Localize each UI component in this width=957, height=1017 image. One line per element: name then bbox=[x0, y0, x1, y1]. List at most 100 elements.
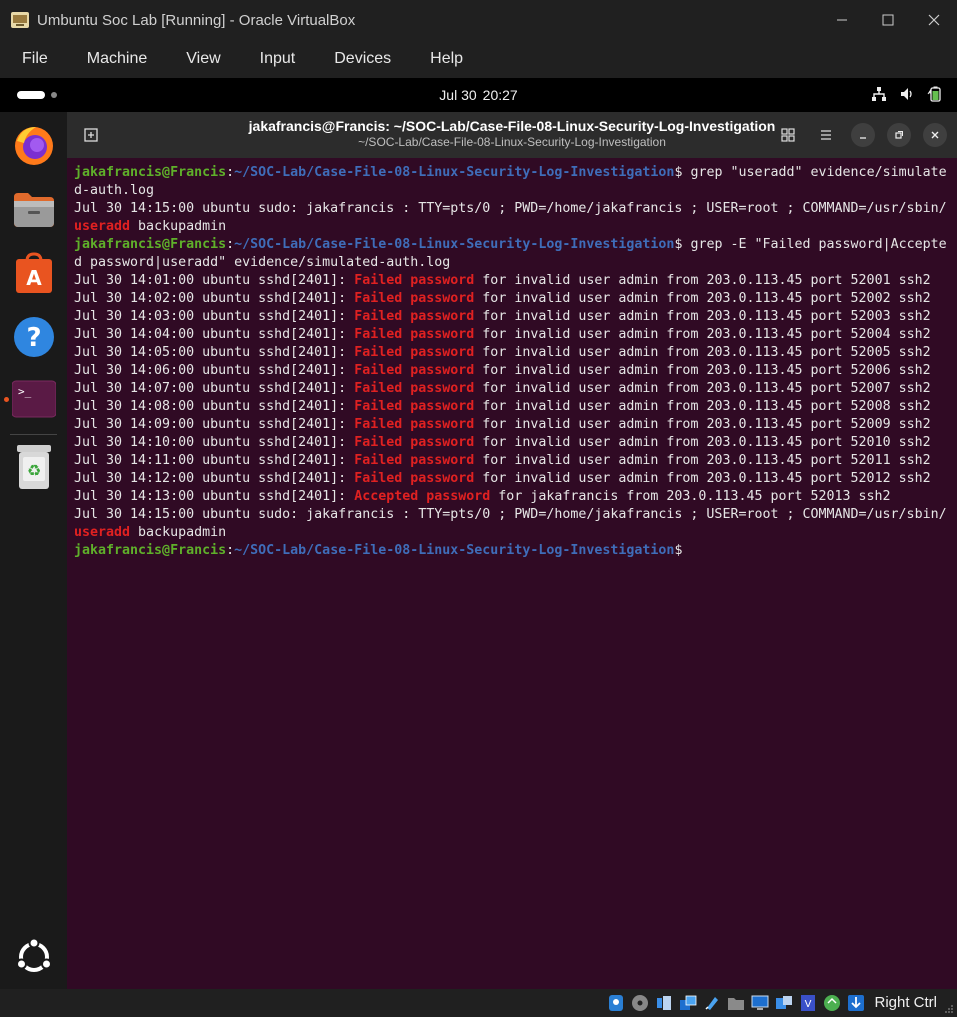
terminal-text: Jul 30 14:08:00 ubuntu sshd[2401]: bbox=[74, 399, 355, 414]
terminal-line: Jul 30 14:01:00 ubuntu sshd[2401]: Faile… bbox=[74, 272, 954, 290]
svg-text:V: V bbox=[805, 999, 812, 1010]
display-icon bbox=[751, 995, 769, 1010]
terminal-text: for invalid user admin from 203.0.113.45… bbox=[474, 309, 931, 324]
menu-help[interactable]: Help bbox=[417, 50, 476, 68]
mouse-integration-status[interactable] bbox=[821, 992, 842, 1013]
dock-item-trash[interactable]: ♻ bbox=[11, 444, 57, 490]
minimize-icon bbox=[837, 19, 847, 21]
restore-icon bbox=[895, 131, 903, 139]
vt-x-icon: V bbox=[800, 994, 815, 1011]
audio-icon bbox=[656, 995, 671, 1010]
terminal-minimize-button[interactable] bbox=[851, 123, 875, 147]
terminal-line: Jul 30 14:07:00 ubuntu sshd[2401]: Faile… bbox=[74, 380, 954, 398]
prompt-path: ~/SOC-Lab/Case-File-08-Linux-Security-Lo… bbox=[234, 543, 675, 558]
display-status[interactable] bbox=[749, 992, 770, 1013]
view-tabs-button[interactable] bbox=[775, 123, 801, 147]
menu-file[interactable]: File bbox=[9, 50, 61, 68]
prompt-user: jakafrancis@Francis bbox=[74, 237, 227, 252]
terminal-text: $ bbox=[674, 543, 683, 558]
terminal-text: for invalid user admin from 203.0.113.45… bbox=[474, 363, 931, 378]
terminal-line: jakafrancis@Francis:~/SOC-Lab/Case-File-… bbox=[74, 542, 954, 560]
match-highlight: Failed password bbox=[354, 471, 475, 486]
terminal-text: Jul 30 14:01:00 ubuntu sshd[2401]: bbox=[74, 273, 355, 288]
app-center-icon: A bbox=[16, 252, 52, 293]
dock-item-show-apps[interactable] bbox=[11, 934, 57, 980]
main-menu-button[interactable] bbox=[813, 123, 839, 147]
system-status-area[interactable] bbox=[871, 86, 943, 102]
clock[interactable]: Jul 30 20:27 bbox=[0, 87, 957, 103]
terminal-text: Jul 30 14:12:00 ubuntu sshd[2401]: bbox=[74, 471, 355, 486]
match-highlight: Failed password bbox=[354, 327, 475, 342]
optical-drive-status[interactable] bbox=[629, 992, 650, 1013]
dock-item-firefox[interactable] bbox=[11, 122, 57, 168]
terminal-text: for invalid user admin from 203.0.113.45… bbox=[474, 273, 931, 288]
audio-status[interactable] bbox=[653, 992, 674, 1013]
terminal-line: Jul 30 14:10:00 ubuntu sshd[2401]: Faile… bbox=[74, 434, 954, 452]
minimize-button[interactable] bbox=[819, 0, 865, 40]
prompt-user: jakafrancis@Francis bbox=[74, 543, 227, 558]
show-apps-icon bbox=[16, 937, 52, 972]
match-highlight: Failed password bbox=[354, 363, 475, 378]
terminal-text: Jul 30 14:10:00 ubuntu sshd[2401]: bbox=[74, 435, 355, 450]
clock-date: Jul 30 bbox=[439, 87, 477, 103]
dock-item-help[interactable]: ? bbox=[11, 314, 57, 360]
firefox-icon bbox=[15, 127, 53, 165]
terminal-text: Jul 30 14:15:00 ubuntu sudo: jakafrancis… bbox=[74, 507, 947, 522]
network-adapter-icon bbox=[679, 995, 697, 1010]
shared-folder-icon bbox=[727, 997, 744, 1010]
network-status[interactable] bbox=[677, 992, 698, 1013]
resize-grip-icon[interactable] bbox=[944, 1004, 954, 1014]
usb-status[interactable] bbox=[701, 992, 722, 1013]
terminal-window[interactable]: jakafrancis@Francis: ~/SOC-Lab/Case-File… bbox=[67, 112, 957, 989]
terminal-text: backupadmin bbox=[130, 219, 227, 234]
terminal-close-button[interactable] bbox=[923, 123, 947, 147]
terminal-line: useradd backupadmin bbox=[74, 524, 954, 542]
virtualbox-app-icon bbox=[9, 9, 31, 31]
terminal-restore-button[interactable] bbox=[887, 123, 911, 147]
terminal-text: for invalid user admin from 203.0.113.45… bbox=[474, 381, 931, 396]
vbox-titlebar: Umbuntu Soc Lab [Running] - Oracle Virtu… bbox=[0, 0, 957, 40]
terminal-line: Jul 30 14:04:00 ubuntu sshd[2401]: Faile… bbox=[74, 326, 954, 344]
network-wired-icon bbox=[872, 87, 886, 101]
terminal-line: useradd backupadmin bbox=[74, 218, 954, 236]
recording-status[interactable] bbox=[773, 992, 794, 1013]
match-highlight: Failed password bbox=[354, 291, 475, 306]
terminal-text: : bbox=[226, 237, 235, 252]
terminal-line: Jul 30 14:15:00 ubuntu sudo: jakafrancis… bbox=[74, 200, 954, 218]
hard-disk-status[interactable] bbox=[605, 992, 626, 1013]
arrow-down-icon bbox=[847, 994, 864, 1011]
match-highlight: Failed password bbox=[354, 381, 475, 396]
match-highlight: Failed password bbox=[354, 435, 475, 450]
terminal-line: jakafrancis@Francis:~/SOC-Lab/Case-File-… bbox=[74, 164, 954, 182]
terminal-text: Jul 30 14:05:00 ubuntu sshd[2401]: bbox=[74, 345, 355, 360]
dock-item-app-center[interactable]: A bbox=[11, 250, 57, 296]
grid-icon bbox=[781, 128, 795, 142]
menu-machine[interactable]: Machine bbox=[74, 50, 160, 68]
close-icon bbox=[931, 131, 939, 139]
shared-folders-status[interactable] bbox=[725, 992, 746, 1013]
guest-additions-status[interactable]: V bbox=[797, 992, 818, 1013]
terminal-text: for invalid user admin from 203.0.113.45… bbox=[474, 471, 931, 486]
maximize-button[interactable] bbox=[865, 0, 911, 40]
terminal-line: Jul 30 14:11:00 ubuntu sshd[2401]: Faile… bbox=[74, 452, 954, 470]
terminal-icon: >_ bbox=[12, 380, 56, 418]
prompt-user: jakafrancis@Francis bbox=[74, 165, 227, 180]
battery-icon bbox=[927, 86, 941, 102]
volume-icon bbox=[901, 88, 912, 100]
files-icon bbox=[14, 193, 54, 227]
terminal-line: Jul 30 14:02:00 ubuntu sshd[2401]: Faile… bbox=[74, 290, 954, 308]
hard-disk-icon bbox=[608, 994, 623, 1011]
keyboard-capture-status[interactable] bbox=[845, 992, 866, 1013]
terminal-text: $ grep "useradd" evidence/simulate bbox=[674, 165, 947, 180]
match-highlight: Failed password bbox=[354, 309, 475, 324]
running-indicator bbox=[4, 397, 9, 402]
dock-item-files[interactable] bbox=[11, 186, 57, 232]
terminal-output[interactable]: jakafrancis@Francis: ~/SOC-Lab/Case-File-… bbox=[74, 164, 954, 560]
menu-view[interactable]: View bbox=[173, 50, 233, 68]
menu-devices[interactable]: Devices bbox=[321, 50, 404, 68]
terminal-line: jakafrancis@Francis:~/SOC-Lab/Case-File-… bbox=[74, 236, 954, 254]
menu-input[interactable]: Input bbox=[247, 50, 309, 68]
close-button[interactable] bbox=[911, 0, 957, 40]
terminal-line: d-auth.log bbox=[74, 182, 954, 200]
dock-item-terminal[interactable]: >_ bbox=[11, 376, 57, 422]
